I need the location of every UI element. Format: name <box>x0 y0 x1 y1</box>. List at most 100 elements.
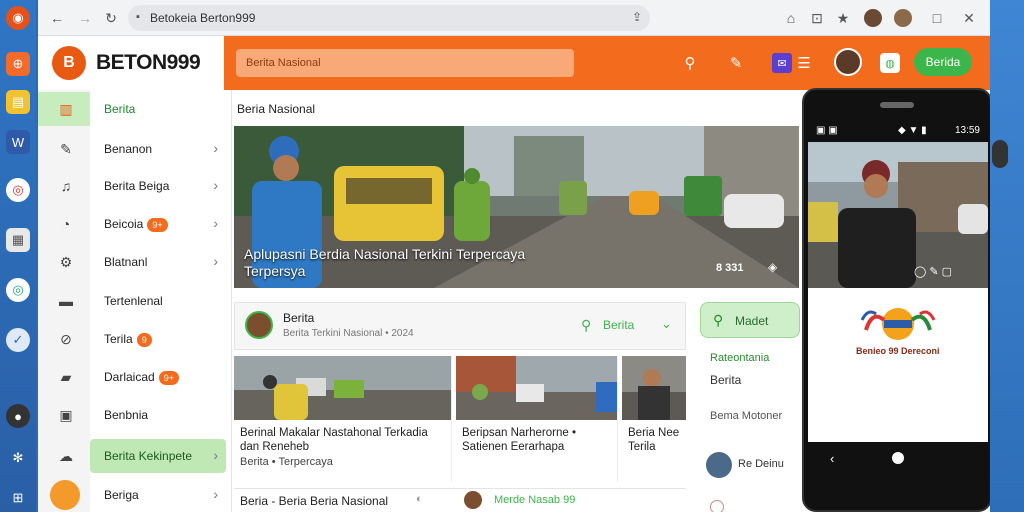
tag-icon: ⊘ <box>60 330 72 347</box>
sidebar-item-label: Blatnanl <box>104 255 148 269</box>
minimize-icon[interactable]: □ <box>928 9 946 27</box>
sidebar-item-darlaicad[interactable]: ▰ Darlaicad 9+ <box>38 358 232 396</box>
svg-text:◯ ✎ ▢: ◯ ✎ ▢ <box>914 266 952 278</box>
count-badge: 9+ <box>158 370 179 385</box>
home-icon: ▥ <box>59 100 73 117</box>
taskbar: ◉ ⊕ ▤ W ◎ ▦ ◎ ✓ ● ✻ ⊞ <box>0 0 36 512</box>
sidebar-item-benanon[interactable]: ✎ Benanon › <box>38 130 232 168</box>
comment-icon[interactable]: ◐ <box>416 493 423 505</box>
file-icon[interactable]: ▤ <box>6 90 30 114</box>
section-more-link[interactable]: Berita <box>603 318 634 332</box>
sidebar-item-tertenlenal[interactable]: ▬ Tertenlenal <box>38 282 232 320</box>
document-icon[interactable]: ▦ <box>6 228 30 252</box>
close-icon[interactable]: ✕ <box>960 9 978 27</box>
search-icon[interactable]: ⚲ <box>680 53 700 73</box>
menu-icon[interactable]: ☰ <box>794 53 814 73</box>
count-badge: 9 <box>136 332 152 347</box>
avatar <box>464 491 482 509</box>
chevron-down-icon[interactable]: ⌄ <box>661 316 672 332</box>
sidebar-item-terila[interactable]: ⊘ Terila 9 <box>38 320 232 358</box>
compass-icon[interactable]: ✓ <box>6 328 30 352</box>
site-logo[interactable]: B BETON999 <box>38 36 224 90</box>
sidebar-item-label: Berita Kekinpete <box>104 449 193 463</box>
home-icon[interactable]: ⌂ <box>782 9 800 27</box>
app-icon[interactable]: ⊕ <box>6 52 30 76</box>
chevron-right-icon: › <box>213 177 218 193</box>
bookmark-icon[interactable]: ★ <box>834 9 852 27</box>
sidebar-item-berita-kekinpete[interactable]: ☁ Berita Kekinpete › <box>38 437 232 475</box>
bottom-title: Beria - Beria Beria Nasional <box>240 494 389 508</box>
search-placeholder: Berita Nasional <box>246 57 321 69</box>
edit-icon[interactable]: ✎ <box>726 53 746 73</box>
forward-icon[interactable]: → <box>76 9 94 27</box>
avatar[interactable] <box>864 9 882 27</box>
sidebar-item-label: Berita Beiga <box>104 179 170 193</box>
sidebar-item-label: Benanon <box>104 142 153 156</box>
avatar[interactable] <box>894 9 912 27</box>
bottom-row[interactable]: Beria - Beria Beria Nasional ◐ Merde Nas… <box>234 488 686 512</box>
circle-icon[interactable]: ● <box>6 404 30 428</box>
share-icon[interactable]: ◈ <box>768 260 784 276</box>
sidebar-item-beicoia[interactable]: ◔ Beicoia 9+ › <box>38 205 232 243</box>
grid-icon[interactable]: ⊞ <box>6 486 30 510</box>
chrome-icon[interactable]: ◎ <box>6 278 30 302</box>
breadcrumb: Beria Nasional <box>237 102 316 116</box>
browser-toolbar: ← → ↻ ▪ Betokeia Berton999 ⇪ ⌂ ⊡ ★ □ ✕ <box>38 0 990 36</box>
folder-icon: ▰ <box>60 368 72 385</box>
app-icon[interactable]: ◍ <box>880 53 900 73</box>
card-image <box>456 356 617 420</box>
avatar[interactable] <box>834 48 862 76</box>
panel-label: Bema Motoner <box>710 410 783 422</box>
back-icon[interactable]: ← <box>48 9 66 27</box>
sidebar-item-blatnanl[interactable]: ⚙ Blatnanl › <box>38 243 232 281</box>
sidebar-item-beriga[interactable]: Beriga › <box>38 476 232 512</box>
phone-speaker <box>880 102 914 108</box>
sidebar-item-berita-beiga[interactable]: ♫ Berita Beiga › <box>38 167 232 205</box>
news-card[interactable]: Beripsan Narherorne • Satienen Eerarhapa <box>456 356 618 482</box>
card-title: Berinal Makalar Nastahonal Terkadia dan … <box>240 427 428 453</box>
profile-icon <box>50 480 80 510</box>
card-title: Beripsan Narherorne • Satienen Eerarhapa <box>462 427 576 453</box>
gear-icon[interactable]: ✻ <box>6 446 30 470</box>
hero-caption: Aplupasni Berdia Nasional Terkini Terper… <box>244 246 526 279</box>
cloud-icon: ☁ <box>59 447 73 464</box>
back-icon[interactable]: ‹ <box>830 451 834 466</box>
bottom-subtitle: Merde Nasab 99 <box>494 494 576 506</box>
hero-count: 8 331 <box>716 262 744 274</box>
phone-status-bar: ▣ ▣ ◆ ▼ ▮ 13:59 <box>808 120 988 142</box>
search-icon: ⚲ <box>713 312 724 328</box>
phone-image: ◯ ✎ ▢ <box>808 142 988 288</box>
extension-icon[interactable]: ⊡ <box>808 9 826 27</box>
login-button[interactable]: Berida <box>914 48 972 76</box>
site-header: B BETON999 Berita Nasional ⚲ ✎ ✉ ☰ ◍ Ber… <box>38 36 990 90</box>
avatar <box>706 452 732 478</box>
sidebar-item-benbnia[interactable]: ▣ Benbnia <box>38 396 232 434</box>
sidebar-item-label: Terila 9 <box>104 332 152 347</box>
phone-preview: ▣ ▣ ◆ ▼ ▮ 13:59 ◯ ✎ ▢ Benieo 99 Dereconi… <box>802 88 990 512</box>
address-bar[interactable]: ▪ Betokeia Berton999 ⇪ <box>128 5 650 31</box>
app-logo-icon[interactable]: ◉ <box>6 6 30 30</box>
notification-icon[interactable]: ✉ <box>772 53 792 73</box>
section-subtitle: Berita Terkini Nasional • 2024 <box>283 328 414 339</box>
hero-banner[interactable]: Aplupasni Berdia Nasional Terkini Terper… <box>234 126 799 288</box>
status-icons: ▣ ▣ <box>816 125 838 136</box>
lock-icon: ▪ <box>136 11 140 23</box>
browser-window: ← → ↻ ▪ Betokeia Berton999 ⇪ ⌂ ⊡ ★ □ ✕ B… <box>38 0 990 512</box>
home-icon[interactable] <box>892 452 904 464</box>
card-title: Beria Nee Terila <box>628 427 680 453</box>
share-icon[interactable]: ⇪ <box>632 10 642 24</box>
sidebar-item-home[interactable]: ▥ Berita <box>38 90 232 128</box>
news-card[interactable]: Berinal Makalar Nastahonal Terkadia dan … <box>234 356 452 482</box>
chrome-icon[interactable]: ◎ <box>6 178 30 202</box>
sidebar-item-label: Tertenlenal <box>104 294 163 308</box>
news-card[interactable]: Beria Nee Terila <box>622 356 686 482</box>
search-icon[interactable]: ⚲ <box>581 317 591 334</box>
madet-button[interactable]: ⚲ Madet <box>700 302 800 338</box>
logo-text: BETON999 <box>96 51 201 74</box>
edit-icon: ✎ <box>60 140 72 157</box>
sidebar-item-label: Darlaicad 9+ <box>104 370 179 385</box>
search-input[interactable]: Berita Nasional <box>236 49 574 77</box>
word-icon[interactable]: W <box>6 130 30 154</box>
chevron-right-icon: › <box>213 253 218 269</box>
reload-icon[interactable]: ↻ <box>102 9 120 27</box>
